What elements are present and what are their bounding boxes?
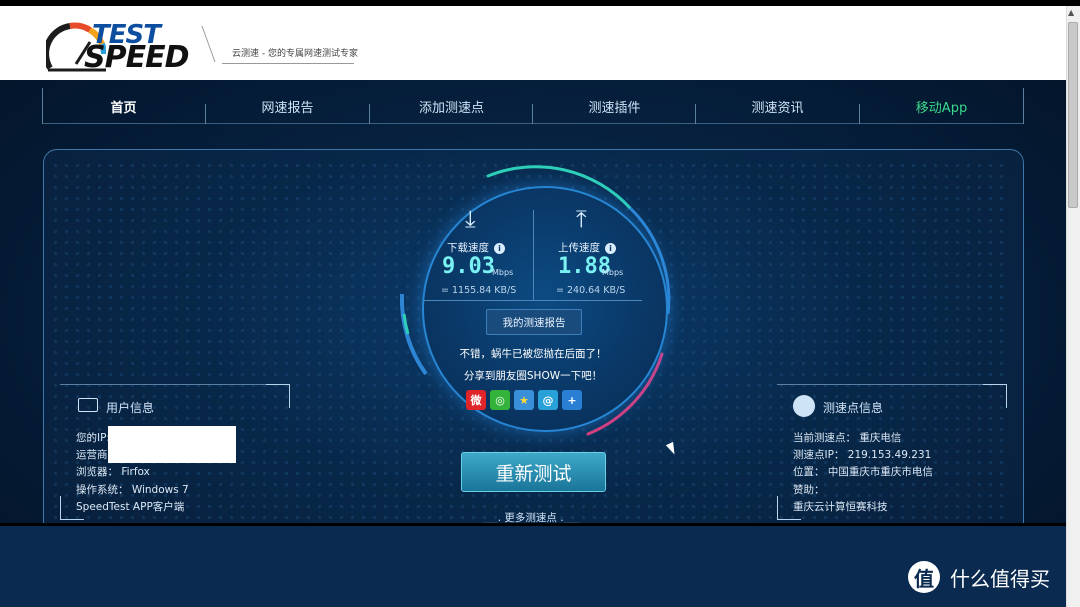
upload-label-text: 上传速度	[558, 242, 600, 254]
user-os: 操作系统： Windows 7	[76, 484, 189, 496]
id-card-icon	[78, 398, 98, 412]
nav-item-news[interactable]: 测速资讯	[696, 88, 859, 124]
upload-speed-kbs: = 240.64 KB/S	[556, 285, 626, 296]
box-corner	[1006, 384, 1007, 408]
box-corner	[289, 384, 290, 408]
box-corner	[266, 384, 290, 385]
download-speed-unit: Mbps	[492, 268, 514, 277]
logo-text-speed: SPEED	[84, 40, 189, 75]
box-border-top	[777, 384, 1007, 385]
box-corner	[777, 496, 778, 520]
slogan-underline	[222, 63, 354, 64]
wechat-icon[interactable]: ◎	[490, 390, 510, 410]
download-label-text: 下载速度	[447, 242, 489, 254]
user-isp-label: 运营商	[76, 449, 108, 461]
plus-share-icon[interactable]: +	[562, 390, 582, 410]
tencent-weibo-icon[interactable]: @	[538, 390, 558, 410]
nav-right-edge	[1023, 88, 1024, 124]
node-sponsor-label: 赞助：	[793, 484, 825, 496]
box-corner	[60, 519, 84, 520]
download-speed-label: 下载速度 i	[447, 240, 505, 255]
info-icon[interactable]: i	[494, 243, 505, 254]
node-current: 当前测速点： 重庆电信	[793, 432, 902, 444]
nav-item-add-node[interactable]: 添加测速点	[370, 88, 533, 124]
watermark: 值 什么值得买	[908, 561, 1050, 593]
result-message: 不错，蜗牛已被您抛在后面了！	[459, 348, 607, 360]
node-info-box: 测速点信息 当前测速点： 重庆电信 测速点IP： 219.153.49.231 …	[777, 384, 1007, 520]
scrollbar-thumb[interactable]	[1068, 22, 1078, 208]
scroll-up-arrow-icon[interactable]: ▲	[1068, 8, 1074, 17]
info-icon[interactable]: i	[605, 243, 616, 254]
box-corner	[983, 384, 1007, 385]
upload-speed-label: 上传速度 i	[558, 240, 616, 255]
site-logo[interactable]: TEST SPEED	[46, 20, 196, 75]
watermark-text: 什么值得买	[950, 566, 1050, 591]
site-slogan: 云测速 - 您的专属网速测试专家	[232, 49, 358, 59]
redacted-ip-block	[108, 426, 236, 463]
node-sponsor-name[interactable]: 重庆云计算恒赛科技	[793, 499, 888, 514]
nav-item-home[interactable]: 首页	[42, 88, 205, 124]
user-app-client[interactable]: SpeedTest APP客户端	[76, 499, 184, 514]
user-ip-label: 您的IP:	[76, 432, 110, 444]
box-corner	[60, 496, 61, 520]
upload-speed-unit: Mbps	[602, 268, 624, 277]
user-browser: 浏览器： Firfox	[76, 466, 150, 478]
download-speed-kbs: = 1155.84 KB/S	[441, 285, 517, 296]
box-corner	[777, 519, 801, 520]
node-ip: 测速点IP： 219.153.49.231	[793, 449, 932, 461]
node-info-title: 测速点信息	[823, 401, 884, 415]
share-prompt: 分享到朋友圈SHOW一下吧！	[463, 370, 603, 382]
box-border-top	[60, 384, 290, 385]
weibo-icon[interactable]: 微	[466, 390, 486, 410]
node-location: 位置： 中国重庆市重庆市电信	[793, 466, 933, 478]
globe-icon	[793, 395, 815, 417]
retest-button[interactable]: 重新测试	[461, 452, 606, 492]
download-speed-value: 9.03	[442, 254, 495, 279]
page-footer	[0, 526, 1066, 607]
download-icon: ⤓	[465, 205, 476, 233]
nav-item-speed-report[interactable]: 网速报告	[206, 88, 369, 124]
watermark-logo-icon: 值	[908, 561, 940, 593]
site-header: TEST SPEED 云测速 - 您的专属网速测试专家	[0, 6, 1066, 80]
result-divider	[424, 300, 642, 301]
speed-divider	[533, 210, 534, 300]
nav-item-mobile-app[interactable]: 移动App	[860, 88, 1023, 124]
my-speed-report-button[interactable]: 我的测速报告	[486, 309, 582, 335]
nav-item-plugins[interactable]: 测速插件	[533, 88, 696, 124]
main-navigation: 首页 网速报告 添加测速点 测速插件 测速资讯 移动App	[42, 88, 1024, 124]
upload-icon: ⤒	[576, 205, 587, 233]
favorite-icon[interactable]: ★	[514, 390, 534, 410]
user-info-title: 用户信息	[106, 401, 155, 415]
